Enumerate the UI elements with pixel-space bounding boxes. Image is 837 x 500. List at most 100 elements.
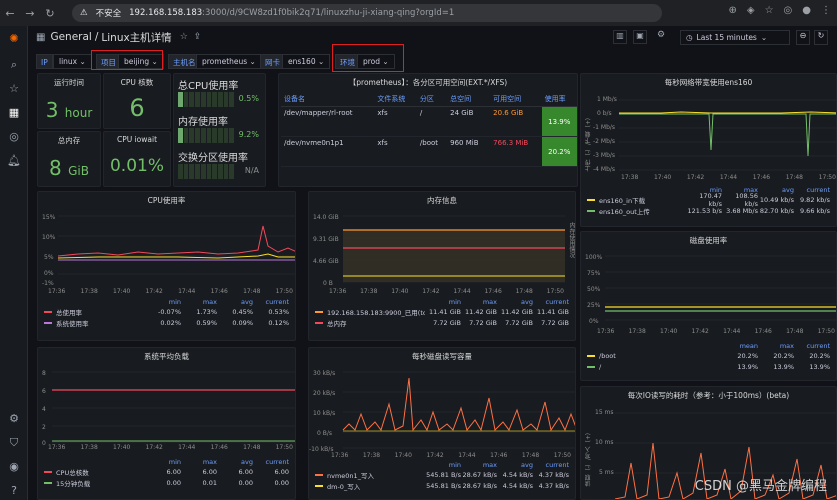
star-icon[interactable]: ☆ [180,32,188,42]
column-header[interactable]: 使用率 [541,92,577,107]
bookmark-star-icon[interactable]: ☆ [765,5,774,16]
legend-swatch [44,321,52,324]
cell-mount: /boot [416,136,448,167]
column-header[interactable]: 文件系统 [374,92,417,107]
settings-icon[interactable]: ⚙ [657,30,665,40]
column-header[interactable]: 设备名 [281,92,375,107]
legend-value: 13.9% [809,362,830,371]
legend-col[interactable]: avg [217,298,253,306]
y-tick: 10% [42,234,56,241]
legend-row[interactable]: 总内存 7.72 GiB 7.72 GiB 7.72 GiB 7.72 GiB [315,317,569,328]
gauge-value: 9.2% [238,130,259,139]
legend-col[interactable]: current [794,186,830,194]
alerting-icon[interactable]: 🔔︎ [7,154,21,168]
legend-row[interactable]: 系统使用率 0.02% 0.59% 0.09% 0.12% [44,317,289,328]
legend-col[interactable]: current [533,461,569,469]
page-title[interactable]: Linux主机详情 [101,30,171,45]
legend-col[interactable]: max [461,461,497,469]
legend-value: 0.00 [274,478,289,487]
legend-value: 1.73% [196,307,217,316]
legend-row[interactable]: CPU总核数 6.00 6.00 6.00 6.00 [44,466,289,477]
profile-icon[interactable]: ● [802,5,811,16]
y-tick: 0% [589,318,599,325]
legend-row[interactable]: / 13.9% 13.9% 13.9% [587,361,830,372]
panel-title: 每秒网络带宽使用ens160 [664,78,753,87]
variable-select-nic[interactable]: ens160 ⌄ [282,54,331,69]
legend-col[interactable]: avg [497,298,533,306]
avatar[interactable]: ◉ [7,460,21,474]
legend-col[interactable]: min [425,461,461,469]
address-bar[interactable]: ⚠ 不安全 192.168.158.183 :3000/d/9CW8zd1f0b… [72,4,662,22]
variable-select-ip[interactable]: linux ⌄ [53,54,92,69]
legend-col[interactable]: avg [497,461,533,469]
legend-name: dm-0_写入 [327,482,361,491]
y-tick: 2 [42,424,46,431]
panel-title: 运行时间 [54,78,84,87]
refresh-icon[interactable]: ↻ [814,30,828,45]
help-icon[interactable]: ? [7,484,21,498]
x-axis: 17:36 17:38 17:40 17:42 17:44 17:46 17:48 17:50 [329,288,564,295]
add-panel-icon[interactable]: ▥ [613,30,627,44]
legend-row[interactable]: ens160_out上传 121.53 b/s 3.68 Mb/s 82.70 kb/… [587,205,830,216]
starred-icon[interactable]: ☆ [7,82,21,96]
legend-col[interactable]: max [758,342,794,350]
explore-icon[interactable]: ◎ [7,130,21,144]
x-tick: 17:36 [597,328,615,335]
legend-col[interactable]: min [145,298,181,306]
legend-col[interactable]: current [794,342,830,350]
x-tick: 17:48 [521,452,540,459]
panel-title: CPU使用率 [147,196,186,205]
zoom-icon[interactable]: ⊕ [728,5,736,16]
y-tick: 0 [42,440,46,447]
time-picker[interactable]: ◷ Last 15 minutes ⌄ [680,30,790,45]
legend-row[interactable]: 15分钟负载 0.00 0.01 0.00 0.00 [44,477,289,488]
legend-row[interactable]: 总使用率 -0.07% 1.73% 0.45% 0.53% [44,306,289,317]
cell-device: /dev/mapper/rl-root [281,106,375,137]
grafana-logo-icon[interactable]: ✺ [7,32,21,46]
translate-icon[interactable]: ◈ [747,5,755,16]
dashboards-icon[interactable]: ▦ [7,106,21,120]
reload-icon[interactable]: ↻ [40,7,60,20]
legend-col[interactable]: min [425,298,461,306]
legend-row[interactable]: dm-0_写入 545.81 B/s 28.67 kB/s 4.54 kB/s 4.37… [315,480,569,491]
column-header[interactable]: 分区 [416,92,448,107]
legend-row[interactable]: 192.168.158.183:9900_已用(total-cache-buf-… [315,306,569,317]
share-icon[interactable]: ⇪ [194,32,202,42]
column-header[interactable]: 总空间 [447,92,491,107]
legend-col[interactable]: avg [758,186,794,194]
legend-row[interactable]: ens160_in下载 170.47 kb/s 108.56 kb/s 10.49 k… [587,192,830,208]
save-icon[interactable]: ▣ [633,30,647,44]
forward-icon[interactable]: → [20,7,40,20]
menu-icon[interactable]: ⋮ [821,5,831,16]
settings-gear-icon[interactable]: ⚙ [7,412,21,426]
legend-row[interactable]: /boot 20.2% 20.2% 20.2% [587,350,830,361]
legend-col[interactable]: max [181,298,217,306]
legend-col[interactable]: max [461,298,497,306]
gauge-bar [178,164,235,179]
back-icon[interactable]: ← [0,7,20,20]
legend-value: 6.00 [166,467,181,476]
legend-col[interactable]: avg [217,458,253,466]
legend-swatch [315,310,323,313]
variable-select-hostname[interactable]: prometheus ⌄ [196,54,262,69]
shield-icon[interactable]: ⛉ [7,436,21,450]
total-mem-panel: 总内存 8 GiB [37,131,101,187]
breadcrumb-folder[interactable]: General [50,31,91,43]
zoom-out-icon[interactable]: ⊖ [796,30,810,45]
x-tick: 17:38 [360,288,378,295]
legend-value: 0.53% [268,307,289,316]
y-tick: 15% [42,214,56,221]
search-icon[interactable]: ⌕ [7,58,21,72]
filesystem-panel: 【prometheus】：各分区可用空间(EXT.*/XFS) 设备名 文件系统… [278,73,578,187]
legend-col[interactable]: mean [722,342,758,350]
legend-col[interactable]: max [181,458,217,466]
legend-col[interactable]: current [533,298,569,306]
legend-row[interactable]: nvme0n1_写入 545.81 B/s 28.67 kB/s 4.54 kB/s 4… [315,469,569,480]
legend-col[interactable]: min [145,458,181,466]
legend-value: 6.00 [238,467,253,476]
extension-icon[interactable]: ◎ [784,5,793,16]
legend-col[interactable]: current [253,298,289,306]
legend-col[interactable]: current [253,458,289,466]
x-tick: 17:36 [331,452,349,459]
column-header[interactable]: 可用空间 [490,92,542,107]
